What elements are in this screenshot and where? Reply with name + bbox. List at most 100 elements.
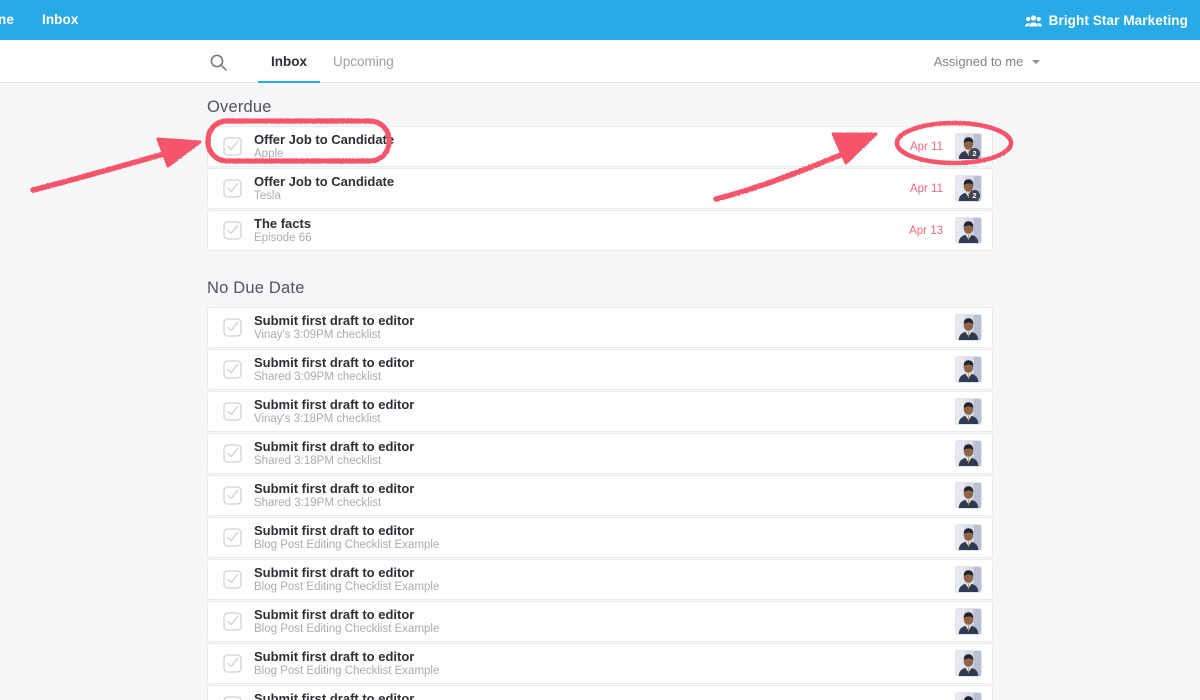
assignee-avatar[interactable]: [955, 440, 982, 467]
section-heading-no-due-date: No Due Date: [207, 279, 305, 297]
task-subtitle: Episode 66: [254, 232, 312, 244]
task-due-date[interactable]: Apr 11: [910, 183, 943, 195]
task-text: Submit first draft to editor Vinay's 3:18…: [254, 397, 955, 426]
assignee-count-badge: 2: [969, 190, 980, 201]
top-navigation-bar: ne Inbox Bright Star Marketing: [0, 0, 1200, 40]
assignee-avatar[interactable]: [955, 608, 982, 635]
task-text: Submit first draft to editorBlog Post Ed…: [254, 649, 955, 678]
task-subtitle: Shared 3:19PM checklist: [254, 497, 382, 509]
search-button[interactable]: [205, 49, 231, 75]
task-complete-checkbox-icon[interactable]: [223, 528, 242, 547]
tab-list: Inbox Upcoming: [258, 40, 407, 83]
task-list-content: Overdue Offer Job to Candidate Apple Apr 1…: [0, 84, 1200, 700]
task-title: The facts: [254, 216, 312, 231]
task-text: Submit first draft to editor Vinay's 3:09…: [254, 313, 955, 342]
task-text: Submit first draft to editorBlog Post Ed…: [254, 565, 955, 594]
task-row[interactable]: Submit first draft to editor Shared 3:19P…: [207, 475, 993, 516]
task-row[interactable]: Submit first draft to editor Vinay's 3:18…: [207, 391, 993, 432]
task-complete-checkbox-icon[interactable]: [223, 360, 242, 379]
task-subtitle: Blog Post Editing Checklist Example: [254, 581, 440, 593]
task-list-overdue: Offer Job to Candidate Apple Apr 11 2 Offer …: [207, 126, 993, 251]
assignee-avatar[interactable]: [955, 566, 982, 593]
topbar-item-home-clipped[interactable]: ne: [0, 0, 28, 40]
task-row[interactable]: Submit first draft to editor Vinay's 3:09…: [207, 307, 993, 348]
task-row[interactable]: Submit first draft to editorBlog Post Ed…: [207, 517, 993, 558]
search-icon: [210, 54, 227, 71]
task-text: The facts Episode 66: [254, 216, 909, 245]
task-text: Submit first draft to editor Shared 3:09P…: [254, 355, 955, 384]
task-list-no-due-date: Submit first draft to editor Vinay's 3:09…: [207, 307, 993, 700]
task-row[interactable]: Submit first draft to editorBlog Post Ed…: [207, 643, 993, 684]
inbox-page: ne Inbox Bright Star Marketing Inbox Upc…: [0, 0, 1200, 700]
task-subtitle: Blog Post Editing Checklist Example: [254, 539, 440, 551]
task-title: Submit first draft to editor: [254, 649, 415, 664]
sub-navigation-bar: Inbox Upcoming Assigned to me: [0, 40, 1200, 83]
assignee-avatar[interactable]: [955, 217, 982, 244]
task-complete-checkbox-icon[interactable]: [223, 570, 242, 589]
task-complete-checkbox-icon[interactable]: [223, 402, 242, 421]
assignee-avatar[interactable]: [955, 650, 982, 677]
assignee-avatar[interactable]: [955, 356, 982, 383]
task-row[interactable]: Submit first draft to editorBlog Post Ed…: [207, 559, 993, 600]
task-complete-checkbox-icon[interactable]: [223, 486, 242, 505]
assignee-filter-dropdown[interactable]: Assigned to me: [934, 40, 1040, 83]
task-title: Submit first draft to editor: [254, 313, 415, 328]
task-title: Submit first draft to editor: [254, 439, 415, 454]
task-subtitle: Blog Post Editing Checklist Example: [254, 623, 440, 635]
topbar-left-items: ne Inbox: [0, 0, 92, 40]
people-icon: [1024, 14, 1042, 27]
task-subtitle: Blog Post Editing Checklist Example: [254, 665, 440, 677]
task-row[interactable]: The facts Episode 66 Apr 13: [207, 210, 993, 251]
task-complete-checkbox-icon[interactable]: [223, 318, 242, 337]
task-subtitle: Shared 3:18PM checklist: [254, 455, 382, 467]
task-text: Submit first draft to editorBlog Post Ed…: [254, 607, 955, 636]
workspace-switcher[interactable]: Bright Star Marketing: [1024, 0, 1192, 40]
task-title: Offer Job to Candidate: [254, 174, 395, 189]
task-complete-checkbox-icon[interactable]: [223, 654, 242, 673]
assignee-avatar[interactable]: 2: [955, 133, 982, 160]
task-complete-checkbox-icon[interactable]: [223, 137, 242, 156]
task-text: Submit first draft to editor Shared 3:18P…: [254, 439, 955, 468]
tab-upcoming[interactable]: Upcoming: [320, 40, 407, 83]
assignee-filter-label: Assigned to me: [933, 54, 1024, 69]
task-row[interactable]: Submit first draft to editorBlog Post Ed…: [207, 601, 993, 642]
assignee-avatar[interactable]: [955, 692, 982, 700]
task-subtitle: Apple: [254, 148, 284, 160]
task-complete-checkbox-icon[interactable]: [223, 221, 242, 240]
task-row[interactable]: Offer Job to Candidate Apple Apr 11 2: [207, 126, 993, 167]
task-row[interactable]: Submit first draft to editor Shared 3:18P…: [207, 433, 993, 474]
task-row[interactable]: Offer Job to Candidate Tesla Apr 11 2: [207, 168, 993, 209]
workspace-name: Bright Star Marketing: [1048, 12, 1188, 28]
task-text: Offer Job to Candidate Tesla: [254, 174, 910, 203]
task-subtitle: Tesla: [254, 190, 281, 202]
task-subtitle: Vinay's 3:09PM checklist: [254, 329, 381, 341]
task-text: Submit first draft to editorBlog Post Ed…: [254, 691, 955, 700]
task-title: Submit first draft to editor: [254, 607, 415, 622]
tab-inbox[interactable]: Inbox: [258, 40, 320, 83]
assignee-avatar[interactable]: [955, 524, 982, 551]
task-title: Submit first draft to editor: [254, 691, 415, 700]
task-row[interactable]: Submit first draft to editor Shared 3:09P…: [207, 349, 993, 390]
task-complete-checkbox-icon[interactable]: [223, 696, 242, 700]
task-text: Submit first draft to editor Shared 3:19P…: [254, 481, 955, 510]
assignee-count-badge: 2: [969, 148, 980, 159]
task-due-date[interactable]: Apr 13: [909, 225, 943, 237]
assignee-avatar[interactable]: 2: [955, 175, 982, 202]
topbar-item-inbox[interactable]: Inbox: [28, 0, 93, 40]
task-title: Submit first draft to editor: [254, 565, 415, 580]
task-complete-checkbox-icon[interactable]: [223, 444, 242, 463]
assignee-avatar[interactable]: [955, 482, 982, 509]
assignee-avatar[interactable]: [955, 314, 982, 341]
task-row[interactable]: Submit first draft to editorBlog Post Ed…: [207, 685, 993, 700]
task-text: Offer Job to Candidate Apple: [254, 132, 910, 161]
task-title: Submit first draft to editor: [254, 355, 415, 370]
task-complete-checkbox-icon[interactable]: [223, 612, 242, 631]
task-subtitle: Vinay's 3:18PM checklist: [254, 413, 381, 425]
task-title: Submit first draft to editor: [254, 481, 415, 496]
task-text: Submit first draft to editorBlog Post Ed…: [254, 523, 955, 552]
assignee-avatar[interactable]: [955, 398, 982, 425]
chevron-down-icon: [1032, 60, 1040, 64]
task-title: Offer Job to Candidate: [254, 132, 395, 147]
task-complete-checkbox-icon[interactable]: [223, 179, 242, 198]
task-due-date[interactable]: Apr 11: [910, 141, 943, 153]
